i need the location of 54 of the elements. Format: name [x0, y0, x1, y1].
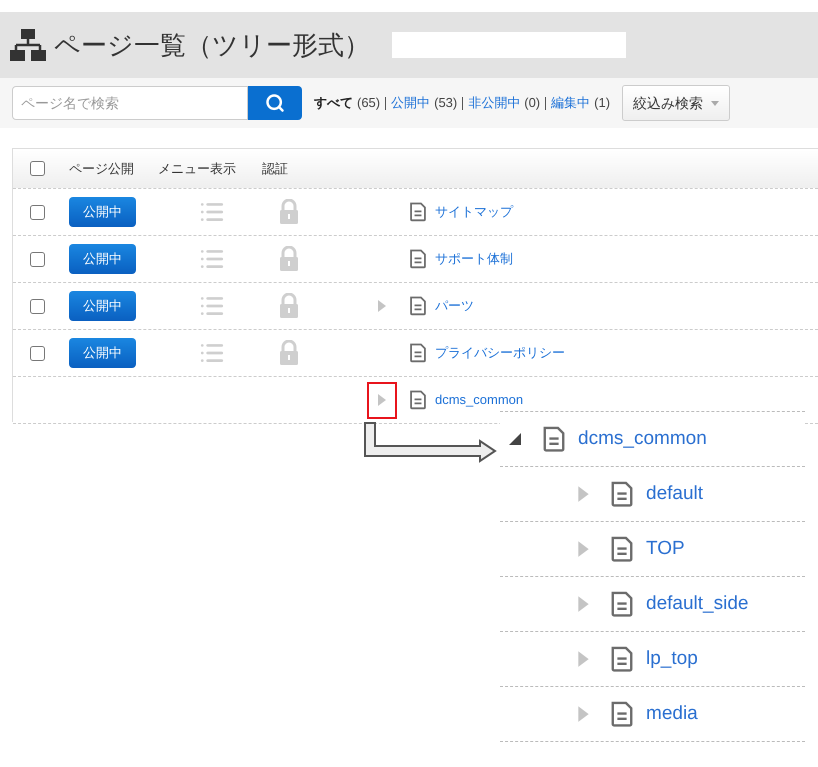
- search-button[interactable]: [248, 86, 302, 120]
- column-header: メニュー表示: [158, 160, 237, 178]
- filter-link[interactable]: 公開中: [391, 93, 430, 113]
- checkbox[interactable]: [30, 298, 45, 314]
- document-icon: [610, 480, 634, 508]
- filter-count: (53): [434, 94, 458, 112]
- page-link[interactable]: dcms_common: [435, 390, 524, 410]
- page-link[interactable]: media: [646, 700, 698, 728]
- search-icon: [265, 93, 285, 113]
- page-link[interactable]: default: [646, 480, 704, 508]
- page-link[interactable]: プライバシーポリシー: [435, 343, 565, 363]
- document-icon: [409, 390, 427, 410]
- lock-icon: [279, 293, 299, 319]
- filter-link[interactable]: 非公開中: [468, 93, 520, 113]
- lock-icon: [279, 199, 299, 225]
- column-header: ページ公開: [69, 160, 135, 178]
- filter-count: (65): [357, 94, 380, 112]
- document-icon: [409, 202, 427, 222]
- document-icon: [610, 590, 634, 618]
- document-icon: [610, 700, 634, 728]
- document-icon: [409, 343, 427, 363]
- column-header: 認証: [262, 160, 288, 178]
- checkbox[interactable]: [30, 252, 45, 266]
- page-link[interactable]: lp_top: [646, 644, 698, 674]
- document-icon: [542, 426, 566, 452]
- page-link[interactable]: TOP: [646, 534, 685, 564]
- checkbox[interactable]: [30, 161, 45, 176]
- filter-search-button[interactable]: 絞込み検索: [622, 85, 730, 121]
- lock-icon: [279, 340, 299, 366]
- expanded-triangle-icon[interactable]: [508, 432, 522, 446]
- page-link[interactable]: サイトマップ: [435, 202, 513, 222]
- page-link[interactable]: default_side: [646, 590, 748, 618]
- page-link[interactable]: パーツ: [435, 296, 474, 316]
- page-link[interactable]: サポート体制: [435, 249, 513, 269]
- checkbox[interactable]: [30, 204, 45, 220]
- page-title: ページ一覧（ツリー形式）: [54, 28, 370, 62]
- caret-icon: [711, 100, 720, 106]
- filter-count: (1): [594, 94, 610, 112]
- lock-icon: [279, 246, 299, 272]
- filter-link[interactable]: 編集中: [551, 93, 590, 113]
- filter-link[interactable]: すべて: [314, 93, 353, 113]
- search-field[interactable]: ページ名で検索: [12, 86, 248, 120]
- document-icon: [409, 249, 427, 269]
- status-button[interactable]: 公開中: [69, 197, 136, 227]
- status-button[interactable]: 公開中: [69, 291, 136, 321]
- status-button[interactable]: 公開中: [69, 338, 136, 368]
- document-icon: [409, 296, 427, 316]
- sitemap-icon: [10, 28, 46, 62]
- page-link[interactable]: dcms_common: [578, 424, 707, 454]
- checkbox[interactable]: [30, 346, 45, 360]
- filter-count: (0): [524, 94, 540, 112]
- document-icon: [610, 536, 634, 562]
- status-button[interactable]: 公開中: [69, 244, 136, 274]
- document-icon: [610, 646, 634, 672]
